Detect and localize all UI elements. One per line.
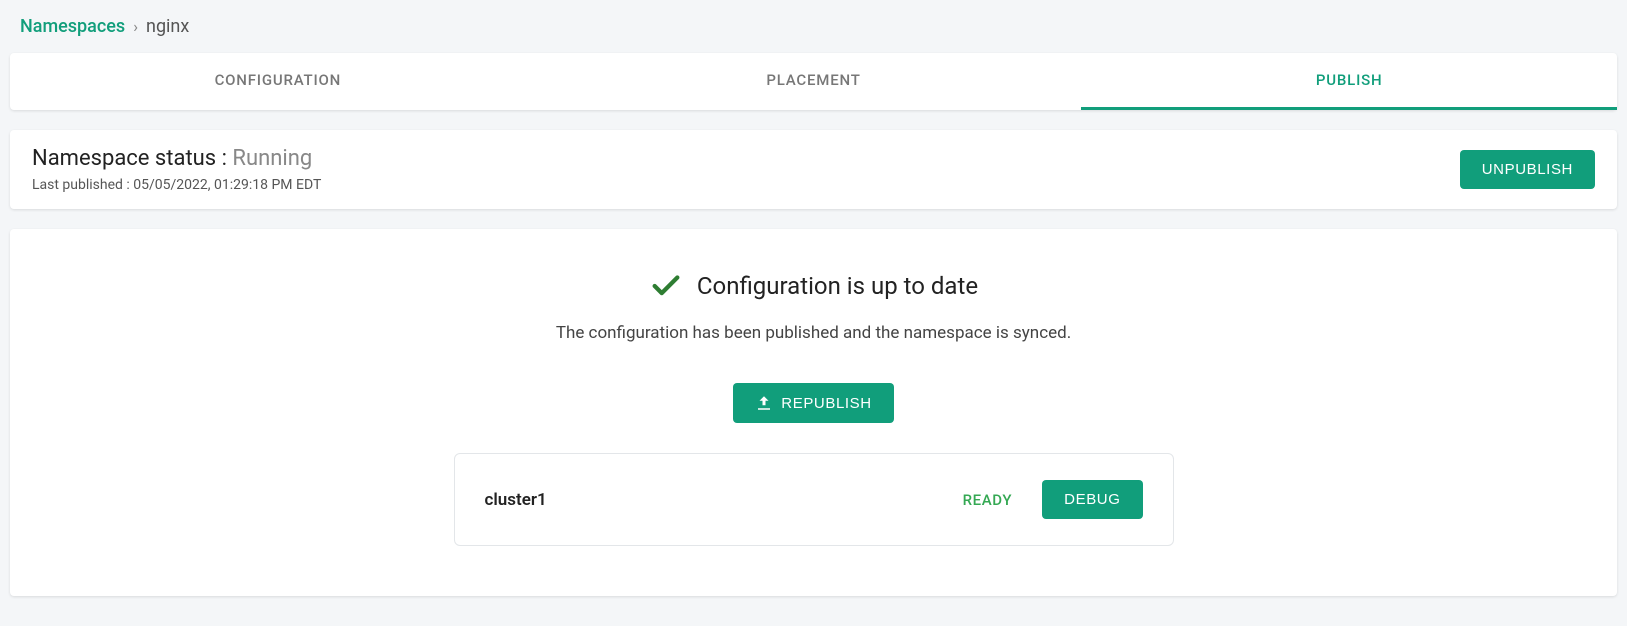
status-value: Running xyxy=(232,146,312,171)
publish-subtext: The configuration has been published and… xyxy=(556,323,1071,343)
tab-publish[interactable]: PUBLISH xyxy=(1081,53,1617,110)
breadcrumb-separator: › xyxy=(133,17,138,36)
status-last-published: Last published : 05/05/2022, 01:29:18 PM… xyxy=(32,177,321,193)
tab-configuration[interactable]: CONFIGURATION xyxy=(10,53,546,110)
publish-headline: Configuration is up to date xyxy=(649,269,978,303)
cluster-name: cluster1 xyxy=(485,490,547,510)
republish-label: REPUBLISH xyxy=(781,395,871,412)
tabs: CONFIGURATION PLACEMENT PUBLISH xyxy=(10,53,1617,110)
status-label: Namespace status : xyxy=(32,146,227,171)
breadcrumb: Namespaces › nginx xyxy=(10,10,1617,53)
republish-button[interactable]: REPUBLISH xyxy=(733,383,893,423)
tabs-card: CONFIGURATION PLACEMENT PUBLISH xyxy=(10,53,1617,110)
publish-headline-text: Configuration is up to date xyxy=(697,272,978,300)
tab-placement[interactable]: PLACEMENT xyxy=(546,53,1082,110)
breadcrumb-current: nginx xyxy=(146,16,189,37)
cluster-right: READY DEBUG xyxy=(963,480,1143,519)
status-title: Namespace status : Running xyxy=(32,146,321,171)
unpublish-button[interactable]: UNPUBLISH xyxy=(1460,150,1595,189)
debug-button[interactable]: DEBUG xyxy=(1042,480,1142,519)
publish-card: Configuration is up to date The configur… xyxy=(10,229,1617,596)
upload-icon xyxy=(755,394,773,412)
status-left: Namespace status : Running Last publishe… xyxy=(32,146,321,193)
status-card: Namespace status : Running Last publishe… xyxy=(10,130,1617,209)
cluster-status: READY xyxy=(963,491,1013,509)
check-icon xyxy=(649,269,683,303)
cluster-row: cluster1 READY DEBUG xyxy=(454,453,1174,546)
breadcrumb-root-link[interactable]: Namespaces xyxy=(20,16,125,37)
